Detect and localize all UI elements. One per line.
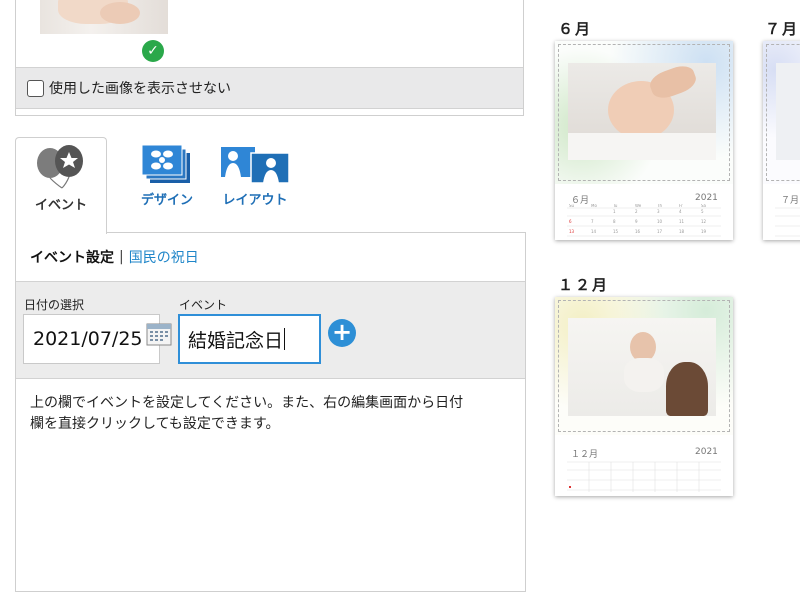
december-photo[interactable] bbox=[568, 318, 716, 416]
svg-text:6: 6 bbox=[569, 219, 572, 224]
svg-text:Fr: Fr bbox=[679, 204, 683, 208]
event-settings-title: イベント設定 bbox=[30, 250, 114, 266]
svg-text:We: We bbox=[635, 204, 642, 208]
help-text-line-1: 上の欄でイベントを設定してください。また、右の編集画面から日付 bbox=[30, 395, 464, 411]
calendar-picker-icon[interactable] bbox=[146, 322, 172, 346]
used-check-icon: ✓ bbox=[142, 40, 164, 62]
svg-text:14: 14 bbox=[591, 229, 597, 234]
calendar-page-july[interactable]: ７月 bbox=[763, 41, 800, 240]
svg-text:Tu: Tu bbox=[612, 204, 618, 208]
calendar-page-june[interactable]: ６月 2021 Su Mo Tu We Th Fr Sa 12345 6 7 8 9 10 11 12 … bbox=[555, 41, 733, 240]
svg-text:Mo: Mo bbox=[591, 204, 597, 208]
image-panel: ✓ 使用した画像を表示させない bbox=[15, 0, 524, 116]
svg-text:13: 13 bbox=[569, 229, 575, 234]
tab-layout-label: レイアウト bbox=[222, 193, 288, 208]
june-date-grid[interactable]: Su Mo Tu We Th Fr Sa 12345 6 7 8 9 10 11 12 13 14 15 16… bbox=[567, 204, 721, 238]
text-caret bbox=[284, 328, 286, 350]
july-date-grid[interactable] bbox=[775, 204, 800, 238]
layout-icon bbox=[221, 147, 290, 184]
tool-tabs: イベント デザイン レイアウト bbox=[15, 137, 290, 234]
event-panel-header: イベント設定 | 国民の祝日 bbox=[16, 233, 525, 282]
svg-text:7: 7 bbox=[591, 219, 594, 224]
svg-text:Sa: Sa bbox=[701, 204, 707, 208]
june-photo[interactable] bbox=[568, 63, 716, 160]
december-date-grid[interactable] bbox=[567, 458, 721, 494]
svg-text:5: 5 bbox=[701, 209, 704, 214]
hide-used-checkbox[interactable] bbox=[27, 79, 44, 97]
help-text: 上の欄でイベントを設定してください。また、右の編集画面から日付 欄を直接クリック… bbox=[16, 379, 525, 449]
svg-text:4: 4 bbox=[679, 209, 682, 214]
tab-event-label: イベント bbox=[34, 198, 87, 213]
tab-design[interactable]: デザイン bbox=[121, 137, 213, 233]
date-select-label: 日付の選択 bbox=[24, 298, 85, 312]
month-heading-december: １２月 bbox=[558, 276, 610, 294]
svg-text:18: 18 bbox=[679, 229, 685, 234]
svg-text:1: 1 bbox=[613, 209, 616, 214]
tab-event[interactable]: イベント bbox=[15, 137, 107, 234]
date-input[interactable]: 2021/07/25 bbox=[23, 314, 160, 364]
svg-text:Th: Th bbox=[656, 204, 662, 208]
date-input-value: 2021/07/25 bbox=[33, 328, 143, 350]
design-icon bbox=[141, 144, 190, 183]
national-holidays-link[interactable]: 国民の祝日 bbox=[129, 247, 199, 267]
event-settings-panel: イベント設定 | 国民の祝日 日付の選択 イベント 2021/07/25 上の欄… bbox=[15, 232, 526, 592]
event-name-input[interactable]: 結婚記念日 bbox=[178, 314, 321, 364]
month-heading-june: ６月 bbox=[558, 20, 593, 38]
tab-layout[interactable]: レイアウト bbox=[205, 137, 305, 233]
svg-text:3: 3 bbox=[657, 209, 660, 214]
svg-text:11: 11 bbox=[679, 219, 685, 224]
hide-used-images-row[interactable]: 使用した画像を表示させない bbox=[16, 67, 523, 109]
svg-text:19: 19 bbox=[701, 229, 707, 234]
help-text-line-2: 欄を直接クリックしても設定できます。 bbox=[30, 416, 280, 432]
svg-text:15: 15 bbox=[613, 229, 619, 234]
svg-text:17: 17 bbox=[657, 229, 663, 234]
svg-text:10: 10 bbox=[657, 219, 663, 224]
svg-text:Su: Su bbox=[569, 204, 575, 208]
event-name-label: イベント bbox=[179, 298, 228, 312]
month-heading-july: ７月 bbox=[765, 20, 800, 38]
june-mini-year: 2021 bbox=[695, 193, 718, 203]
calendar-page-december[interactable]: １２月 2021 bbox=[555, 297, 733, 496]
header-separator: | bbox=[119, 249, 124, 265]
event-name-value: 結婚記念日 bbox=[188, 329, 284, 352]
svg-text:9: 9 bbox=[635, 219, 638, 224]
svg-text:2: 2 bbox=[635, 209, 638, 214]
used-photo-thumbnail[interactable] bbox=[40, 0, 168, 34]
balloon-icon bbox=[37, 145, 83, 189]
add-event-button[interactable]: + bbox=[328, 319, 356, 347]
tab-design-label: デザイン bbox=[140, 193, 193, 208]
svg-text:16: 16 bbox=[635, 229, 641, 234]
svg-text:8: 8 bbox=[613, 219, 616, 224]
svg-text:12: 12 bbox=[701, 219, 707, 224]
july-photo[interactable] bbox=[776, 63, 800, 160]
hide-used-label: 使用した画像を表示させない bbox=[49, 81, 231, 97]
december-mini-year: 2021 bbox=[695, 447, 718, 457]
